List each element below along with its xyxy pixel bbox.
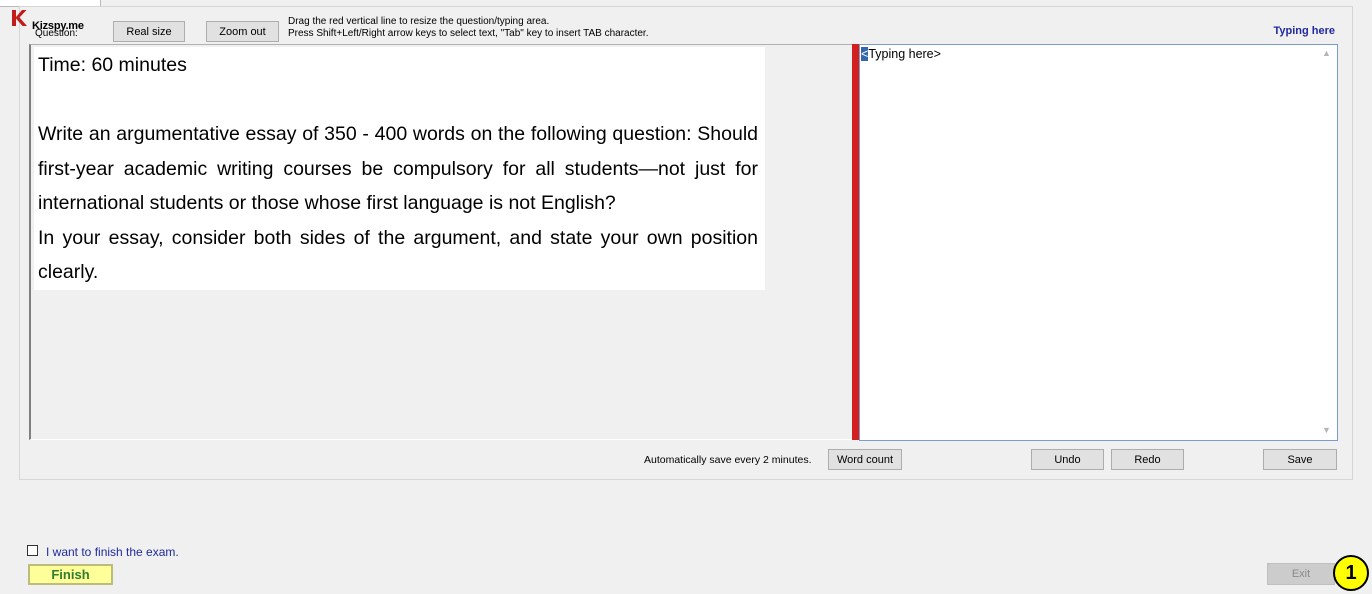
finish-checkbox[interactable] (27, 545, 38, 556)
typing-area[interactable] (859, 44, 1338, 441)
kizspy-logo-icon (12, 10, 27, 26)
typing-placeholder: Typing here> (868, 47, 941, 61)
exit-button[interactable]: Exit (1267, 563, 1335, 585)
scroll-down-icon[interactable]: ▼ (1322, 425, 1331, 435)
real-size-button[interactable]: Real size (113, 21, 185, 42)
undo-button[interactable]: Undo (1031, 449, 1104, 470)
help-line-resize: Drag the red vertical line to resize the… (288, 16, 550, 27)
help-line-keys: Press Shift+Left/Right arrow keys to sel… (288, 28, 649, 39)
autosave-note: Automatically save every 2 minutes. (644, 454, 812, 466)
question-label: Question: (35, 28, 78, 39)
word-count-button[interactable]: Word count (828, 449, 902, 470)
finish-checkbox-label[interactable]: I want to finish the exam. (46, 545, 179, 559)
typing-header: Typing here (1273, 25, 1335, 37)
finish-button[interactable]: Finish (28, 564, 113, 585)
zoom-out-button[interactable]: Zoom out (206, 21, 279, 42)
question-text: Time: 60 minutes Write an argumentative … (38, 48, 758, 290)
typing-text: <Typing here> (861, 47, 941, 61)
time-limit: Time: 60 minutes (38, 54, 187, 76)
redo-button[interactable]: Redo (1111, 449, 1184, 470)
scroll-up-icon[interactable]: ▲ (1322, 48, 1331, 58)
resize-divider[interactable] (852, 44, 859, 440)
question-paragraph: Write an argumentative essay of 350 - 40… (38, 123, 758, 214)
help-text: Drag the red vertical line to resize the… (288, 16, 649, 40)
instruction-paragraph: In your essay, consider both sides of th… (38, 226, 758, 284)
save-button[interactable]: Save (1263, 449, 1337, 470)
number-badge: 1 (1333, 555, 1369, 591)
